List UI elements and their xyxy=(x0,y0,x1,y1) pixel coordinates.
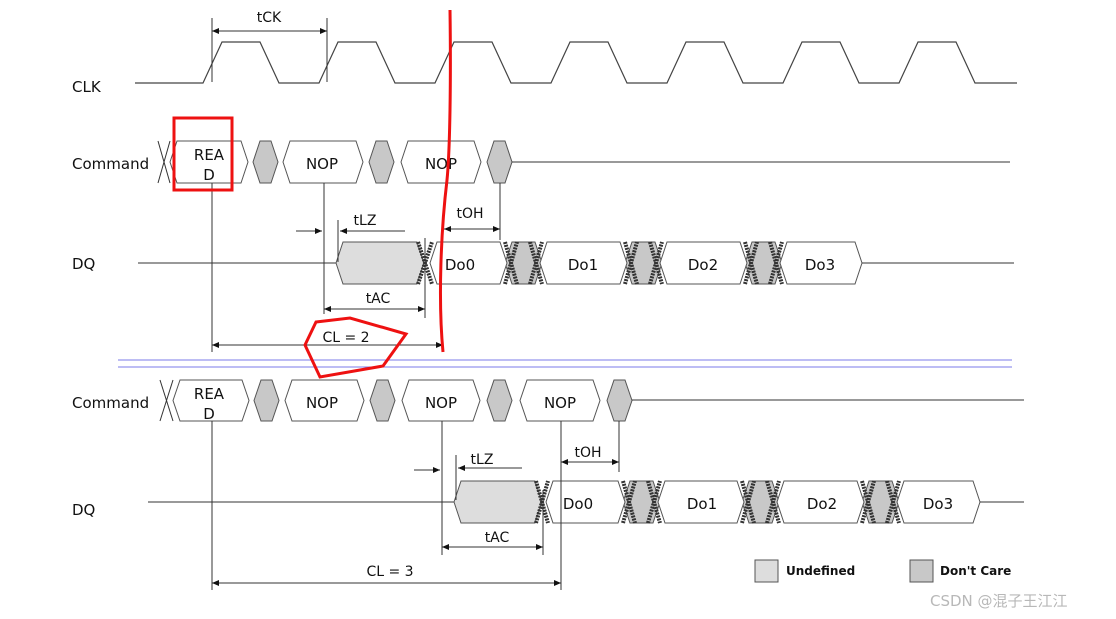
data-do1-2: Do1 xyxy=(687,495,717,513)
dont-care-shape xyxy=(369,379,396,422)
data-do2-2: Do2 xyxy=(807,495,837,513)
dq-label-1: DQ xyxy=(72,255,95,273)
undefined-shape xyxy=(453,480,543,524)
cl-arrow-head xyxy=(554,580,561,586)
command-nop-2: NOP xyxy=(425,155,457,173)
dont-care-shape xyxy=(368,140,395,184)
tac-arrow-head xyxy=(442,544,449,550)
clk-waveform xyxy=(135,41,1017,84)
tlz-label-2: tLZ xyxy=(471,452,494,468)
cl-label-2: CL = 3 xyxy=(366,564,413,580)
timing-diagram: CLK Command DQ Command DQ tCK REA D NOP … xyxy=(0,0,1116,619)
command-read-1a: REA xyxy=(194,146,225,164)
data-do0-1: Do0 xyxy=(445,256,475,274)
cl-arrow-head xyxy=(212,580,219,586)
command-nop-3: NOP xyxy=(306,394,338,412)
command-nop-5: NOP xyxy=(544,394,576,412)
tck-arrow-head xyxy=(212,28,219,34)
dont-care-shape xyxy=(486,379,513,422)
undefined-shape xyxy=(335,241,425,285)
toh-arrow-head xyxy=(561,459,568,465)
command-nop-1: NOP xyxy=(306,155,338,173)
data-do1-1: Do1 xyxy=(568,256,598,274)
command-read-2b: D xyxy=(203,405,215,423)
dont-care-shape xyxy=(253,379,280,422)
tac-arrow-head xyxy=(536,544,543,550)
legend-undefined-swatch xyxy=(754,559,779,583)
tlz-arrow-in-head xyxy=(433,467,440,473)
tac-label-2: tAC xyxy=(485,530,510,546)
command-nop-4: NOP xyxy=(425,394,457,412)
toh-arrow-head xyxy=(612,459,619,465)
tlz-arrow-out-head xyxy=(458,465,465,471)
data-do3-2: Do3 xyxy=(923,495,953,513)
command-read-2a: REA xyxy=(194,385,225,403)
toh-label-2: tOH xyxy=(574,445,601,461)
tac-arrow-head xyxy=(418,306,425,312)
dq-label-2: DQ xyxy=(72,501,95,519)
tac-label-1: tAC xyxy=(366,291,391,307)
data-do3-1: Do3 xyxy=(805,256,835,274)
legend-undefined-label: Undefined xyxy=(786,564,855,578)
legend-dont-care-swatch xyxy=(909,559,934,583)
dont-care-shape xyxy=(486,140,513,184)
clk-label: CLK xyxy=(72,78,102,96)
tck-label: tCK xyxy=(257,10,282,26)
tlz-arrow-out-head xyxy=(340,228,347,234)
toh-arrow-head xyxy=(444,226,451,232)
annotation-circle xyxy=(303,316,409,379)
command-label-2: Command xyxy=(72,394,149,412)
cl-label-1: CL = 2 xyxy=(322,330,369,346)
dont-care-shape xyxy=(606,379,633,422)
command-read-1b: D xyxy=(203,166,215,184)
timing-diagram-canvas: CLK Command DQ Command DQ tCK REA D NOP … xyxy=(72,9,1068,610)
tlz-arrow-in-head xyxy=(315,228,322,234)
red-annotations xyxy=(172,9,452,379)
legend-dont-care-label: Don't Care xyxy=(940,564,1011,578)
tlz-label-1: tLZ xyxy=(354,213,377,229)
watermark: CSDN @混子王江江 xyxy=(930,592,1068,610)
dont-care-shape xyxy=(252,140,279,184)
toh-label-1: tOH xyxy=(456,206,483,222)
command-label-1: Command xyxy=(72,155,149,173)
cl-arrow-head xyxy=(212,342,219,348)
data-do2-1: Do2 xyxy=(688,256,718,274)
tck-arrow-head xyxy=(320,28,327,34)
tac-arrow-head xyxy=(324,306,331,312)
data-do0-2: Do0 xyxy=(563,495,593,513)
toh-arrow-head xyxy=(493,226,500,232)
